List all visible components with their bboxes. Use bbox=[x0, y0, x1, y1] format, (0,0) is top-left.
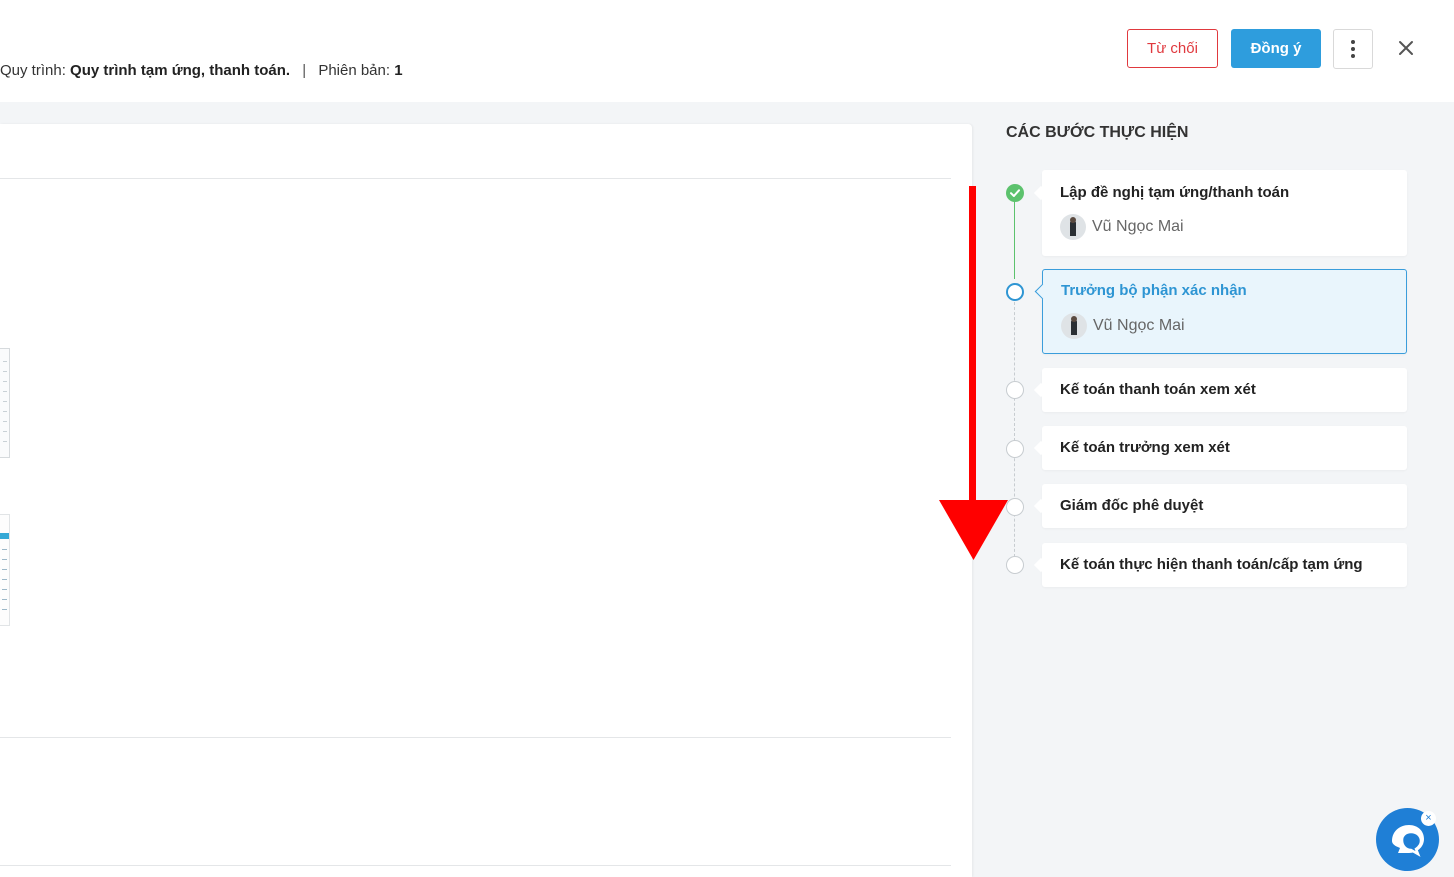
separator: | bbox=[302, 62, 307, 79]
process-label: Quy trình: bbox=[0, 62, 66, 79]
step-card[interactable]: Kế toán thực hiện thanh toán/cấp tạm ứng bbox=[1033, 543, 1407, 587]
avatar bbox=[1061, 313, 1087, 339]
step-name: Kế toán trưởng xem xét bbox=[1060, 439, 1230, 456]
divider bbox=[0, 737, 951, 738]
chat-close-icon[interactable]: × bbox=[1421, 811, 1436, 826]
step-card[interactable]: Kế toán thanh toán xem xét bbox=[1033, 368, 1407, 412]
more-dot-icon bbox=[1351, 47, 1355, 51]
step-pending-icon bbox=[1006, 381, 1024, 399]
step-card-active[interactable]: Trưởng bộ phận xác nhận Vũ Ngọc Mai bbox=[1034, 269, 1407, 354]
step-pending-icon bbox=[1006, 498, 1024, 516]
step-pending-icon bbox=[1006, 556, 1024, 574]
step-card[interactable]: Kế toán trưởng xem xét bbox=[1033, 426, 1407, 470]
divider bbox=[0, 178, 951, 179]
step-name: Lập đề nghị tạm ứng/thanh toán bbox=[1060, 184, 1290, 201]
reject-button[interactable]: Từ chối bbox=[1127, 29, 1218, 68]
attachment-thumbnail[interactable] bbox=[0, 514, 10, 626]
document-content-panel bbox=[0, 124, 972, 877]
step-name: Giám đốc phê duyệt bbox=[1060, 497, 1204, 514]
step-pending-icon bbox=[1006, 440, 1024, 458]
step-assignee: Vũ Ngọc Mai bbox=[1060, 214, 1184, 240]
timeline-line-done bbox=[1014, 201, 1015, 279]
timeline-line-pending bbox=[1014, 302, 1015, 562]
attachment-thumbnail[interactable] bbox=[0, 348, 10, 458]
step-name: Kế toán thực hiện thanh toán/cấp tạm ứng bbox=[1060, 556, 1363, 573]
more-options-button[interactable] bbox=[1333, 29, 1373, 69]
process-info: Quy trình: Quy trình tạm ứng, thanh toán… bbox=[0, 62, 403, 79]
step-done-check-icon bbox=[1006, 184, 1024, 202]
step-card[interactable]: Lập đề nghị tạm ứng/thanh toán Vũ Ngọc M… bbox=[1033, 170, 1407, 256]
avatar bbox=[1060, 214, 1086, 240]
step-assignee: Vũ Ngọc Mai bbox=[1061, 313, 1185, 339]
step-card[interactable]: Giám đốc phê duyệt bbox=[1033, 484, 1407, 528]
assignee-name: Vũ Ngọc Mai bbox=[1092, 218, 1184, 235]
more-dot-icon bbox=[1351, 54, 1355, 58]
annotation-arrow-down-icon bbox=[939, 186, 1008, 560]
step-name: Trưởng bộ phận xác nhận bbox=[1061, 282, 1247, 299]
step-name: Kế toán thanh toán xem xét bbox=[1060, 381, 1256, 398]
close-icon[interactable] bbox=[1394, 36, 1418, 60]
process-name: Quy trình tạm ứng, thanh toán. bbox=[70, 62, 291, 79]
top-bar: Quy trình: Quy trình tạm ứng, thanh toán… bbox=[0, 0, 1454, 102]
version-label: Phiên bản: bbox=[318, 62, 391, 79]
more-dot-icon bbox=[1351, 40, 1355, 44]
version-value: 1 bbox=[394, 62, 403, 79]
steps-title: CÁC BƯỚC THỰC HIỆN bbox=[1006, 124, 1189, 141]
assignee-name: Vũ Ngọc Mai bbox=[1093, 317, 1185, 334]
step-current-icon bbox=[1006, 283, 1024, 301]
divider bbox=[0, 865, 951, 866]
accept-button[interactable]: Đồng ý bbox=[1231, 29, 1321, 68]
